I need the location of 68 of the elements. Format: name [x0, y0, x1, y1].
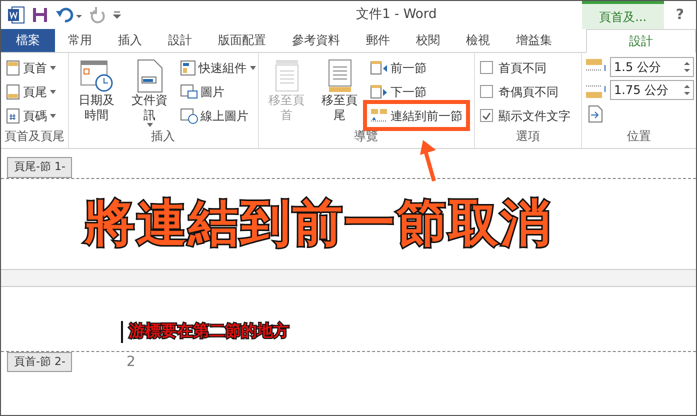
ribbon-button[interactable]: 頁碼 [4, 105, 58, 126]
checkbox[interactable] [480, 61, 493, 74]
checkbox[interactable] [480, 85, 493, 98]
ribbon-tab[interactable]: 郵件 [353, 29, 403, 52]
spin-arrows-icon[interactable] [684, 84, 690, 96]
help-button[interactable]: ? [664, 4, 696, 26]
customize-caret-icon[interactable] [113, 10, 121, 20]
section-tag: 頁尾-節 1- [7, 157, 72, 178]
window-title: 文件1 - Word [355, 6, 438, 24]
calendar-clock-icon [80, 59, 114, 93]
ribbon-tab[interactable]: 插入 [105, 29, 155, 52]
page-arrow-icon [370, 84, 388, 100]
checkbox-label[interactable]: 首頁不同 [498, 58, 547, 76]
spin-field[interactable]: 1.5 公分 [610, 57, 694, 77]
group-label: 頁首及頁尾 [4, 128, 65, 145]
annotation-note: 游標要在第二節的地方 [129, 320, 289, 342]
ribbon-button[interactable]: 快速組件 [178, 57, 258, 78]
caret-icon [50, 66, 56, 70]
page-number: 2 [126, 352, 136, 372]
page-icon [6, 84, 20, 100]
caret-icon [250, 66, 256, 70]
caret-icon [146, 123, 153, 127]
checkbox[interactable] [480, 109, 493, 122]
page-icon [6, 60, 20, 76]
caret-icon [50, 90, 56, 94]
ribbon-button[interactable]: 下一節 [368, 81, 465, 102]
undo-icon[interactable] [55, 6, 83, 24]
ribbon-tab[interactable]: 增益集 [503, 29, 565, 52]
page-arrow-icon [370, 60, 388, 76]
ribbon-tab[interactable]: 設計 [155, 29, 205, 52]
file-tab[interactable]: 檔案 [1, 29, 55, 52]
checkbox-label[interactable]: 奇偶頁不同 [498, 82, 559, 100]
ribbon-tab[interactable]: 版面配置 [205, 29, 279, 52]
check-icon [482, 112, 491, 120]
spin-field[interactable]: 1.75 公分 [610, 80, 694, 100]
align-tab-icon[interactable] [587, 104, 603, 122]
group-label: 插入 [150, 128, 176, 145]
picture-icon [180, 84, 198, 100]
ribbon-button[interactable]: 圖片 [178, 81, 258, 102]
ribbon-button[interactable]: 文件資訊 [124, 57, 175, 127]
section-tag: 頁首-節 2- [7, 352, 72, 372]
ribbon-button[interactable]: 頁尾 [4, 81, 58, 102]
spin-arrows-icon[interactable] [684, 61, 690, 73]
ribbon-tab[interactable]: 常用 [55, 29, 105, 52]
word-logo-icon[interactable] [7, 6, 25, 24]
ribbon-button[interactable]: 線上圖片 [178, 105, 258, 126]
page-number-icon [6, 108, 20, 124]
annotation-title: 將連結到前一節取消 [84, 193, 552, 254]
document-icon [134, 59, 165, 93]
link-sections-icon [370, 108, 388, 124]
parts-icon [180, 60, 196, 76]
ribbon-button[interactable]: 移至頁尾 [314, 57, 365, 123]
ribbon-tab[interactable]: 校閱 [403, 29, 453, 52]
ribbon-button[interactable]: 前一節 [368, 57, 465, 78]
context-tab-header: 頁首及... [582, 1, 664, 29]
ribbon-tab[interactable]: 參考資料 [279, 29, 353, 52]
ribbon-button[interactable]: 連結到前一節 [368, 105, 465, 126]
group-label: 導覽 [353, 128, 380, 145]
picture-globe-icon [180, 108, 198, 124]
ribbon-tab[interactable]: 設計 [586, 29, 696, 53]
group-label: 選項 [514, 128, 541, 145]
text-cursor [121, 320, 123, 342]
caret-icon [50, 114, 56, 118]
group-label: 位置 [626, 128, 652, 145]
ribbon-tab[interactable]: 檢視 [453, 29, 503, 52]
checkbox-label[interactable]: 顯示文件文字 [498, 106, 571, 124]
ribbon-button[interactable]: 日期及時間 [72, 57, 122, 123]
ribbon-button[interactable]: 頁首 [4, 57, 58, 78]
